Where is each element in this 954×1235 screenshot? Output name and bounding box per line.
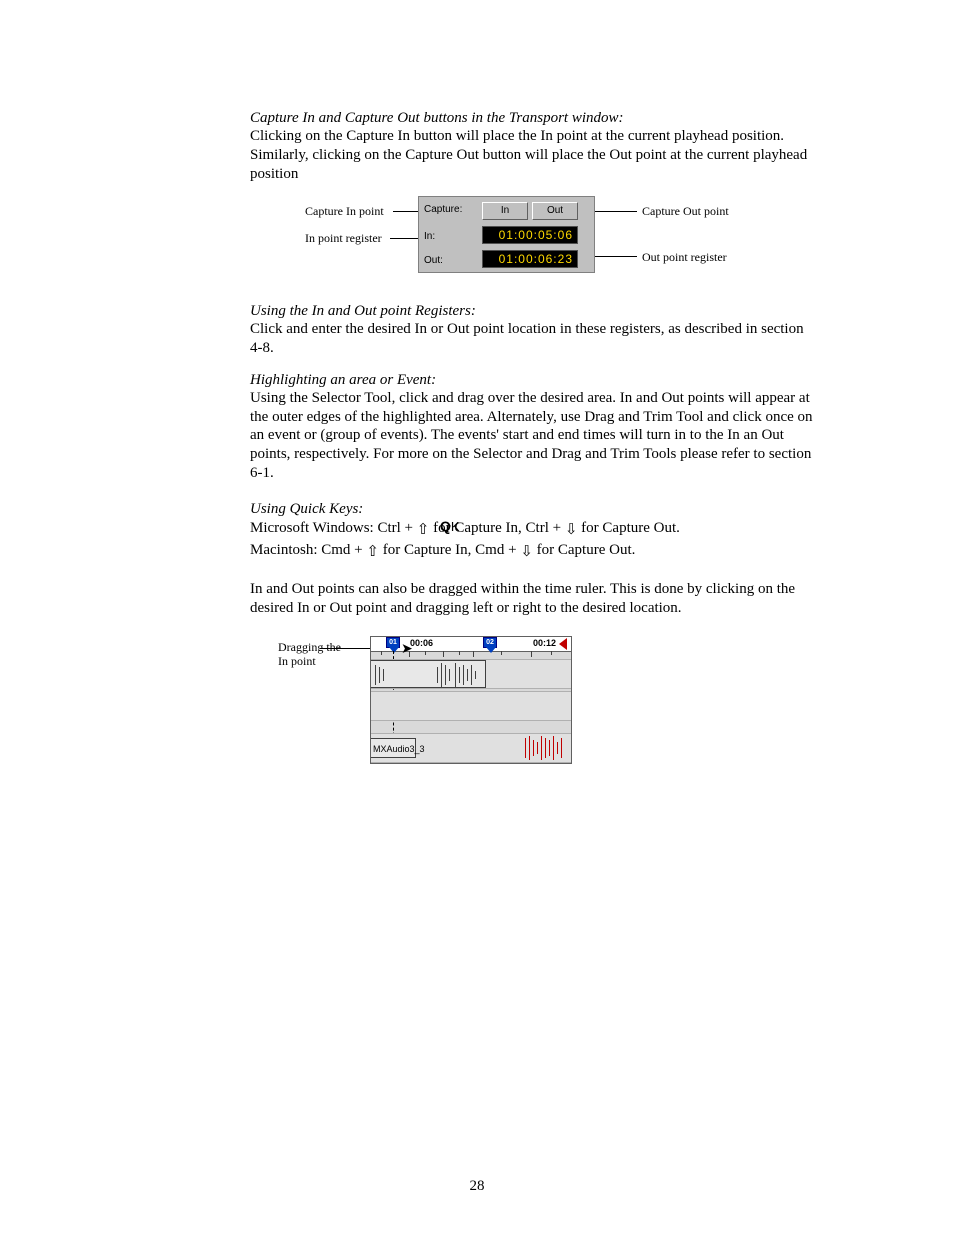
arrow-down-icon: ⇩ bbox=[565, 520, 578, 540]
arrow-up-icon: ⇧ bbox=[366, 542, 379, 562]
figure-transport: Capture In point In point register Captu… bbox=[250, 201, 814, 291]
arrow-up-icon: ⇧ bbox=[417, 520, 430, 540]
in-point-register[interactable]: 01:00:05:06 bbox=[482, 226, 578, 244]
section1-heading: Capture In and Capture Out buttons in th… bbox=[250, 110, 814, 127]
page-number: 28 bbox=[0, 1178, 954, 1195]
section1-body: Clicking on the Capture In button will p… bbox=[250, 127, 814, 183]
quick-keys-mac: Macintosh: Cmd + ⇧ for Capture In, Cmd +… bbox=[250, 540, 814, 562]
out-point-register[interactable]: 01:00:06:23 bbox=[482, 250, 578, 268]
in-label: In: bbox=[424, 231, 435, 242]
arrow-down-icon: ⇩ bbox=[520, 542, 533, 562]
mouse-cursor-icon: ➤ bbox=[401, 641, 413, 658]
clip-mxaudio[interactable]: MXAudio3_3 bbox=[371, 738, 416, 758]
section2-heading: Using the In and Out point Registers: bbox=[250, 303, 814, 320]
quick-keys-windows: Microsoft Windows: Ctrl + ⇧ for Capture … bbox=[250, 518, 814, 540]
quick-keys-block: QK Microsoft Windows: Ctrl + ⇧ for Captu… bbox=[250, 518, 814, 563]
track-1[interactable] bbox=[371, 659, 571, 689]
capture-in-button[interactable]: In bbox=[482, 202, 528, 220]
playhead-icon[interactable] bbox=[559, 638, 567, 650]
clip-track1[interactable] bbox=[371, 660, 486, 688]
clip-name: MXAudio3_3 bbox=[373, 744, 425, 754]
qk-icon: QK bbox=[440, 518, 460, 534]
out-label: Out: bbox=[424, 255, 443, 266]
label-dragging-in-2: In point bbox=[278, 654, 316, 669]
ruler-time-2: 00:12 bbox=[533, 638, 556, 648]
ruler-time-1: 00:06 bbox=[410, 638, 433, 648]
drag-points-body: In and Out points can also be dragged wi… bbox=[250, 580, 814, 618]
track-3[interactable]: MXAudio3_3 bbox=[371, 733, 571, 763]
section4-heading: Using Quick Keys: bbox=[250, 501, 814, 518]
figure-timeline: Dragging the In point 01 00:06 02 00:12 bbox=[250, 636, 814, 776]
section3-heading: Highlighting an area or Event: bbox=[250, 372, 814, 389]
capture-out-button[interactable]: Out bbox=[532, 202, 578, 220]
in-point-marker[interactable]: 01 bbox=[386, 637, 400, 648]
out-point-marker[interactable]: 02 bbox=[483, 637, 497, 648]
label-capture-out-point: Capture Out point bbox=[642, 204, 729, 219]
label-in-point-register: In point register bbox=[305, 231, 382, 246]
label-out-point-register: Out point register bbox=[642, 250, 727, 265]
label-capture-in-point: Capture In point bbox=[305, 204, 384, 219]
capture-label: Capture: bbox=[424, 204, 462, 215]
section3-body: Using the Selector Tool, click and drag … bbox=[250, 389, 814, 483]
track-2[interactable] bbox=[371, 691, 571, 721]
section2-body: Click and enter the desired In or Out po… bbox=[250, 320, 814, 358]
